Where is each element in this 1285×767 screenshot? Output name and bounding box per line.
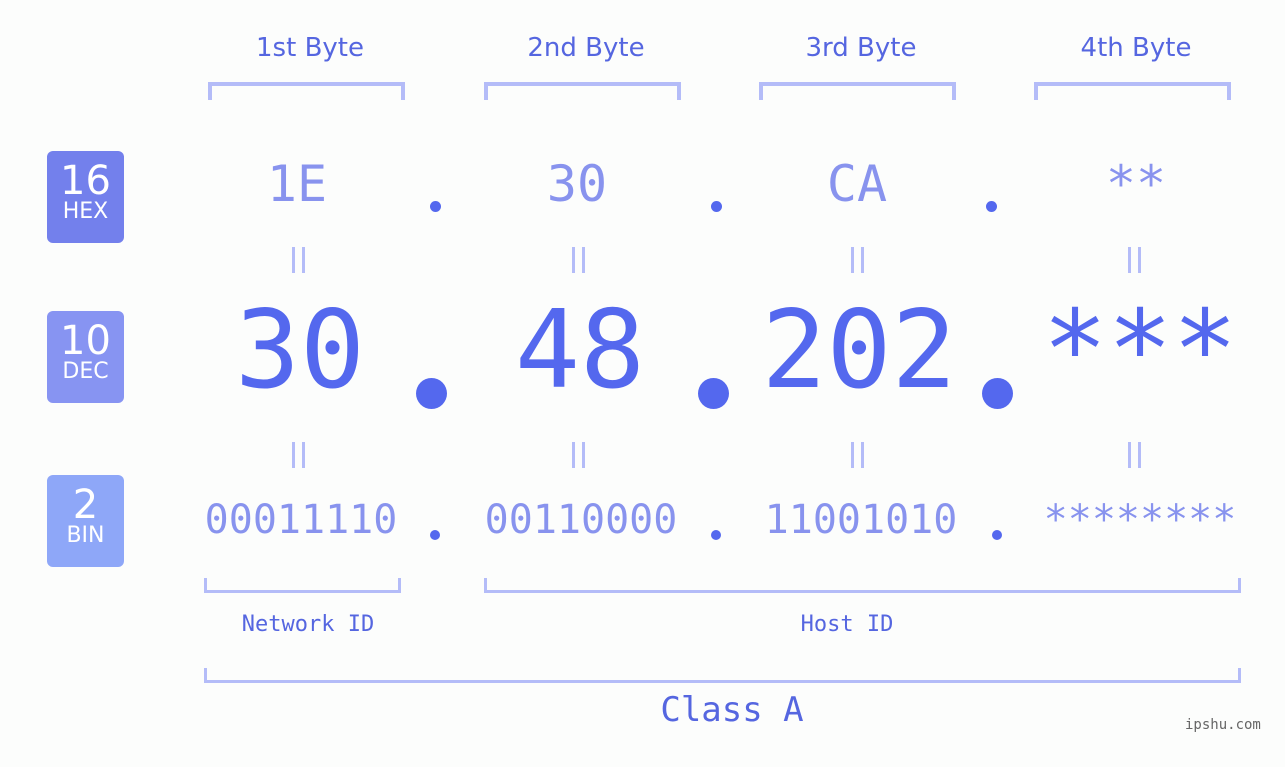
hex-octet-2: 30 [546,155,608,213]
class-label: Class A [660,690,804,730]
equals-bar [1128,247,1131,273]
host-id-label: Host ID [800,612,894,637]
equals-bar [861,247,864,273]
hex-octet-3: CA [826,155,888,213]
bin-base-label: BIN [66,523,105,548]
dec-octet-2: 48 [514,288,646,413]
byte-bracket-2 [484,82,681,100]
class-bracket [204,668,1241,683]
equals-bar [851,442,854,468]
dec-badge: 10 DEC [47,311,124,403]
bin-dot-2 [711,530,721,540]
hex-octet-4: ** [1105,155,1167,213]
host-id-bracket [484,578,1241,593]
hex-base-label: HEX [62,199,109,224]
dec-octet-4: *** [1042,288,1238,413]
hex-base-number: 16 [60,158,111,204]
site-watermark: ipshu.com [1185,717,1261,733]
hex-dot-2 [711,201,722,212]
byte-header-4: 4th Byte [1080,33,1192,63]
byte-bracket-3 [759,82,956,100]
byte-bracket-4 [1034,82,1231,100]
bin-dot-3 [992,530,1002,540]
hex-dot-1 [430,201,441,212]
equals-bar [1138,247,1141,273]
bin-base-number: 2 [72,482,99,528]
bin-octet-3: 11001010 [764,497,958,543]
equals-bar [851,247,854,273]
equals-bar [582,247,585,273]
dec-dot-3 [982,378,1013,409]
dec-octet-3: 202 [761,288,957,413]
network-id-label: Network ID [241,612,375,637]
dec-base-number: 10 [60,318,111,364]
equals-bar [582,442,585,468]
byte-bracket-1 [208,82,405,100]
bin-badge: 2 BIN [47,475,124,567]
hex-dot-3 [986,201,997,212]
dec-dot-1 [416,378,447,409]
dec-octet-1: 30 [234,288,366,413]
equals-bar [1138,442,1141,468]
bin-octet-2: 00110000 [484,497,678,543]
dec-dot-2 [698,378,729,409]
byte-header-1: 1st Byte [256,33,364,63]
network-id-bracket [204,578,401,593]
equals-bar [302,442,305,468]
byte-header-3: 3rd Byte [805,33,917,63]
equals-bar [292,442,295,468]
hex-badge: 16 HEX [47,151,124,243]
bin-dot-1 [430,530,440,540]
bin-octet-1: 00011110 [204,497,398,543]
byte-header-2: 2nd Byte [527,33,645,63]
equals-bar [572,442,575,468]
equals-bar [861,442,864,468]
dec-base-label: DEC [62,359,109,384]
equals-bar [302,247,305,273]
hex-octet-1: 1E [266,155,328,213]
equals-bar [572,247,575,273]
equals-bar [292,247,295,273]
equals-bar [1128,442,1131,468]
bin-octet-4: ******** [1043,497,1237,543]
